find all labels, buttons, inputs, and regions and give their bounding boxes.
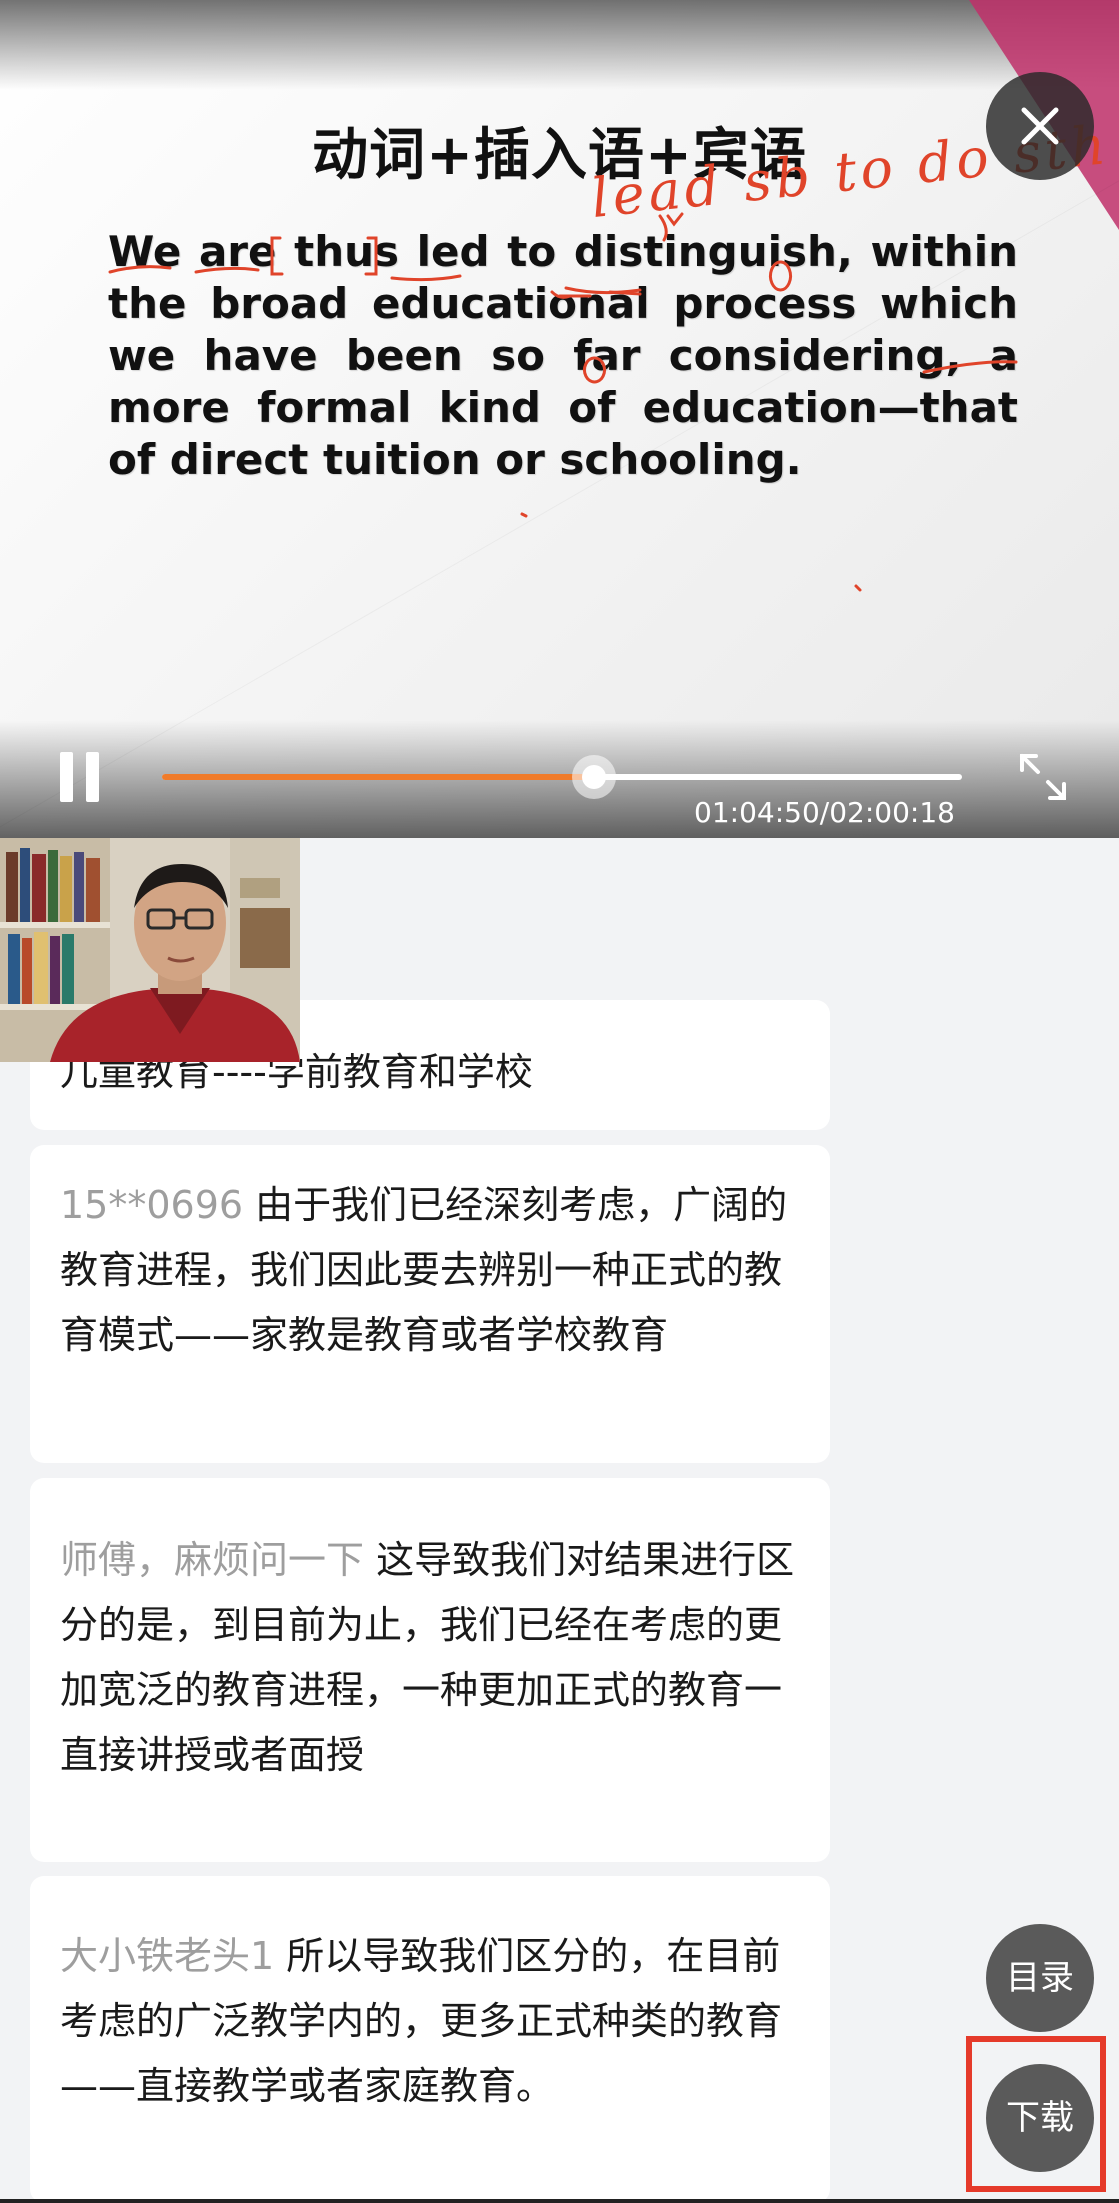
pause-icon xyxy=(60,752,73,802)
fullscreen-button[interactable] xyxy=(1018,752,1068,806)
comment-body: 大小铁老头1 所以导致我们区分的，在目前考虑的广泛教学内的，更多正式种类的教育—… xyxy=(60,1924,806,2119)
comment-body: 师傅，麻烦问一下 这导致我们对结果进行区分的是，到目前为止，我们已经在考虑的更加… xyxy=(60,1528,806,1788)
pen-annotation-marks xyxy=(108,212,1018,592)
close-icon xyxy=(1021,107,1059,145)
comment-card[interactable]: 15**0696 由于我们已经深刻考虑，广阔的教育进程，我们因此要去辨别一种正式… xyxy=(30,1145,830,1463)
time-display: 01:04:50/02:00:18 xyxy=(694,796,955,829)
pause-button[interactable] xyxy=(56,752,106,804)
teacher-video-frame xyxy=(0,838,300,1062)
catalog-button[interactable]: 目录 xyxy=(986,1924,1094,2032)
comment-card[interactable]: 师傅，麻烦问一下 这导致我们对结果进行区分的是，到目前为止，我们已经在考虑的更加… xyxy=(30,1478,830,1862)
video-player[interactable]: 动词+插入语+宾语 We are thus led to distinguish… xyxy=(0,0,1119,838)
comment-username: 大小铁老头1 xyxy=(60,1934,275,1978)
progress-knob[interactable] xyxy=(572,755,616,799)
progress-fill xyxy=(162,774,594,780)
fullscreen-icon xyxy=(1020,754,1066,800)
bottom-edge xyxy=(0,2199,1119,2203)
teacher-camera-view[interactable] xyxy=(0,838,300,1062)
download-button[interactable]: 下载 xyxy=(986,2064,1094,2172)
close-button[interactable] xyxy=(986,72,1094,180)
comment-username: 15**0696 xyxy=(60,1183,244,1227)
comment-body: 15**0696 由于我们已经深刻考虑，广阔的教育进程，我们因此要去辨别一种正式… xyxy=(60,1173,806,1368)
comment-card[interactable]: 大小铁老头1 所以导致我们区分的，在目前考虑的广泛教学内的，更多正式种类的教育—… xyxy=(30,1876,830,2203)
comment-username: 师傅，麻烦问一下 xyxy=(60,1538,365,1582)
progress-track[interactable] xyxy=(162,755,962,799)
